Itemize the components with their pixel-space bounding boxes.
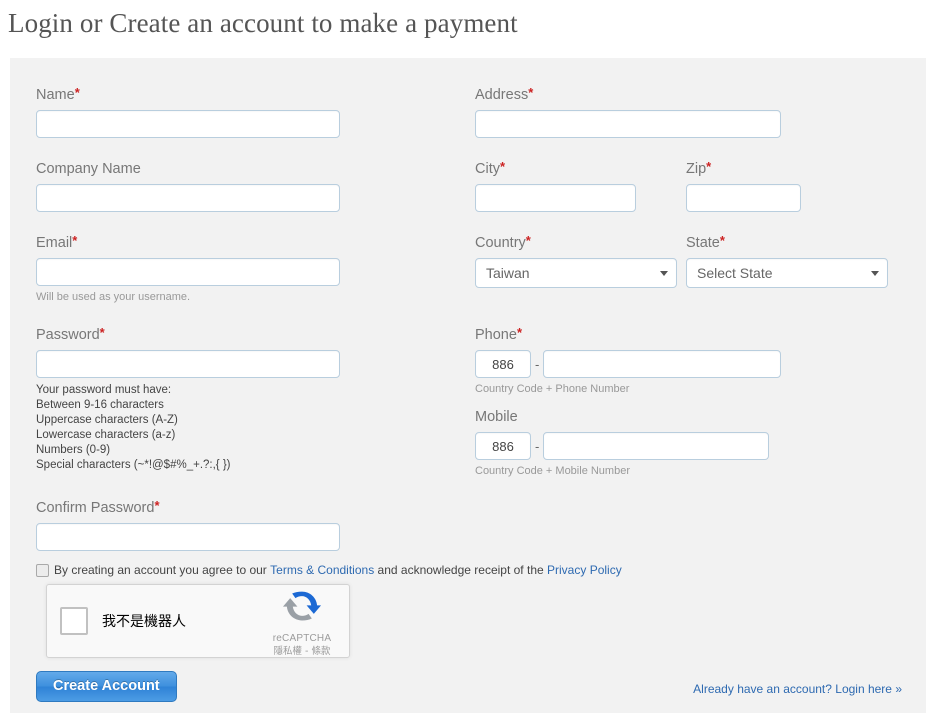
field-zip: Zip* xyxy=(686,160,801,212)
mobile-separator: - xyxy=(535,438,540,454)
recaptcha-logo-icon xyxy=(282,591,322,620)
password-rule: Special characters (~*!@$#%_+.?:,{ }) xyxy=(36,459,231,471)
zip-label: Zip* xyxy=(686,159,712,178)
password-rules-title: Your password must have: xyxy=(36,384,172,396)
field-email: Email* Will be used as your username. xyxy=(36,234,340,304)
phone-hint: Country Code + Phone Number xyxy=(475,383,630,395)
field-address: Address* xyxy=(475,86,781,138)
required-marker: * xyxy=(74,85,80,100)
required-marker: * xyxy=(72,233,78,248)
recaptcha-branding: reCAPTCHA 隱私權 - 條款 xyxy=(261,585,343,658)
confirm-password-input[interactable] xyxy=(36,523,340,551)
email-input[interactable] xyxy=(36,258,340,286)
password-rules: Your password must have: Between 9-16 ch… xyxy=(36,383,340,473)
recaptcha-legal-text: 隱私權 - 條款 xyxy=(273,645,331,657)
registration-form-panel: Name* Company Name Email* Will be used a… xyxy=(10,58,926,713)
phone-number-input[interactable] xyxy=(543,350,781,378)
address-input[interactable] xyxy=(475,110,781,138)
recaptcha-brand-name: reCAPTCHA xyxy=(272,632,332,644)
city-input[interactable] xyxy=(475,184,636,212)
required-marker: * xyxy=(706,159,712,174)
city-label: City* xyxy=(475,159,506,178)
field-country: Country* Taiwan xyxy=(475,234,677,288)
registration-page: Login or Create an account to make a pay… xyxy=(0,0,926,713)
country-select[interactable]: Taiwan xyxy=(475,258,677,288)
phone-label: Phone* xyxy=(475,325,522,344)
field-name: Name* xyxy=(36,86,340,138)
password-input[interactable] xyxy=(36,350,340,378)
create-account-button[interactable]: Create Account xyxy=(36,671,177,702)
confirm-password-label: Confirm Password* xyxy=(36,498,160,517)
phone-separator: - xyxy=(535,356,540,372)
name-label: Name* xyxy=(36,85,80,104)
recaptcha-widget[interactable]: 我不是機器人 reCAPTCHA 隱私權 - 條款 xyxy=(46,584,350,658)
field-city: City* xyxy=(475,160,636,212)
page-title: Login or Create an account to make a pay… xyxy=(8,8,518,38)
password-rule: Lowercase characters (a-z) xyxy=(36,429,176,441)
required-marker: * xyxy=(99,325,105,340)
required-marker: * xyxy=(516,325,522,340)
field-state: State* Select State xyxy=(686,234,888,288)
phone-country-code-input[interactable] xyxy=(475,350,531,378)
chevron-down-icon xyxy=(660,271,668,276)
zip-input[interactable] xyxy=(686,184,801,212)
name-input[interactable] xyxy=(36,110,340,138)
terms-and-conditions-link[interactable]: Terms & Conditions xyxy=(270,563,374,577)
email-label: Email* xyxy=(36,233,78,252)
terms-text-before: By creating an account you agree to our xyxy=(54,563,267,577)
company-name-input[interactable] xyxy=(36,184,340,212)
state-label: State* xyxy=(686,233,725,252)
mobile-label: Mobile xyxy=(475,409,518,425)
field-mobile: Mobile - Country Code + Mobile Number xyxy=(475,408,781,478)
terms-text-middle: and acknowledge receipt of the xyxy=(377,563,544,577)
required-marker: * xyxy=(525,233,531,248)
state-select[interactable]: Select State xyxy=(686,258,888,288)
field-password: Password* Your password must have: Betwe… xyxy=(36,326,340,473)
login-here-link[interactable]: Already have an account? Login here » xyxy=(693,682,902,696)
email-hint: Will be used as your username. xyxy=(36,291,191,303)
required-marker: * xyxy=(719,233,725,248)
phone-input-group: - xyxy=(475,350,781,378)
password-rule: Uppercase characters (A-Z) xyxy=(36,414,178,426)
required-marker: * xyxy=(499,159,506,174)
password-rule: Between 9-16 characters xyxy=(36,399,164,411)
mobile-input-group: - xyxy=(475,432,781,460)
company-name-label: Company Name xyxy=(36,161,141,177)
state-selected-value: Select State xyxy=(697,265,773,281)
field-phone: Phone* - Country Code + Phone Number xyxy=(475,326,781,396)
chevron-down-icon xyxy=(871,271,879,276)
country-label: Country* xyxy=(475,233,531,252)
password-rule: Numbers (0-9) xyxy=(36,444,111,456)
country-selected-value: Taiwan xyxy=(486,265,530,281)
address-label: Address* xyxy=(475,85,534,104)
mobile-number-input[interactable] xyxy=(543,432,770,460)
privacy-policy-link[interactable]: Privacy Policy xyxy=(547,563,622,577)
recaptcha-checkbox[interactable] xyxy=(60,607,88,635)
recaptcha-label: 我不是機器人 xyxy=(102,614,186,630)
mobile-country-code-input[interactable] xyxy=(475,432,531,460)
mobile-hint: Country Code + Mobile Number xyxy=(475,465,630,477)
required-marker: * xyxy=(528,85,534,100)
field-confirm-password: Confirm Password* xyxy=(36,499,340,551)
field-company-name: Company Name xyxy=(36,160,340,212)
terms-agreement-row: By creating an account you agree to our … xyxy=(36,563,622,577)
password-label: Password* xyxy=(36,325,105,344)
terms-checkbox[interactable] xyxy=(36,563,49,577)
required-marker: * xyxy=(154,498,160,513)
